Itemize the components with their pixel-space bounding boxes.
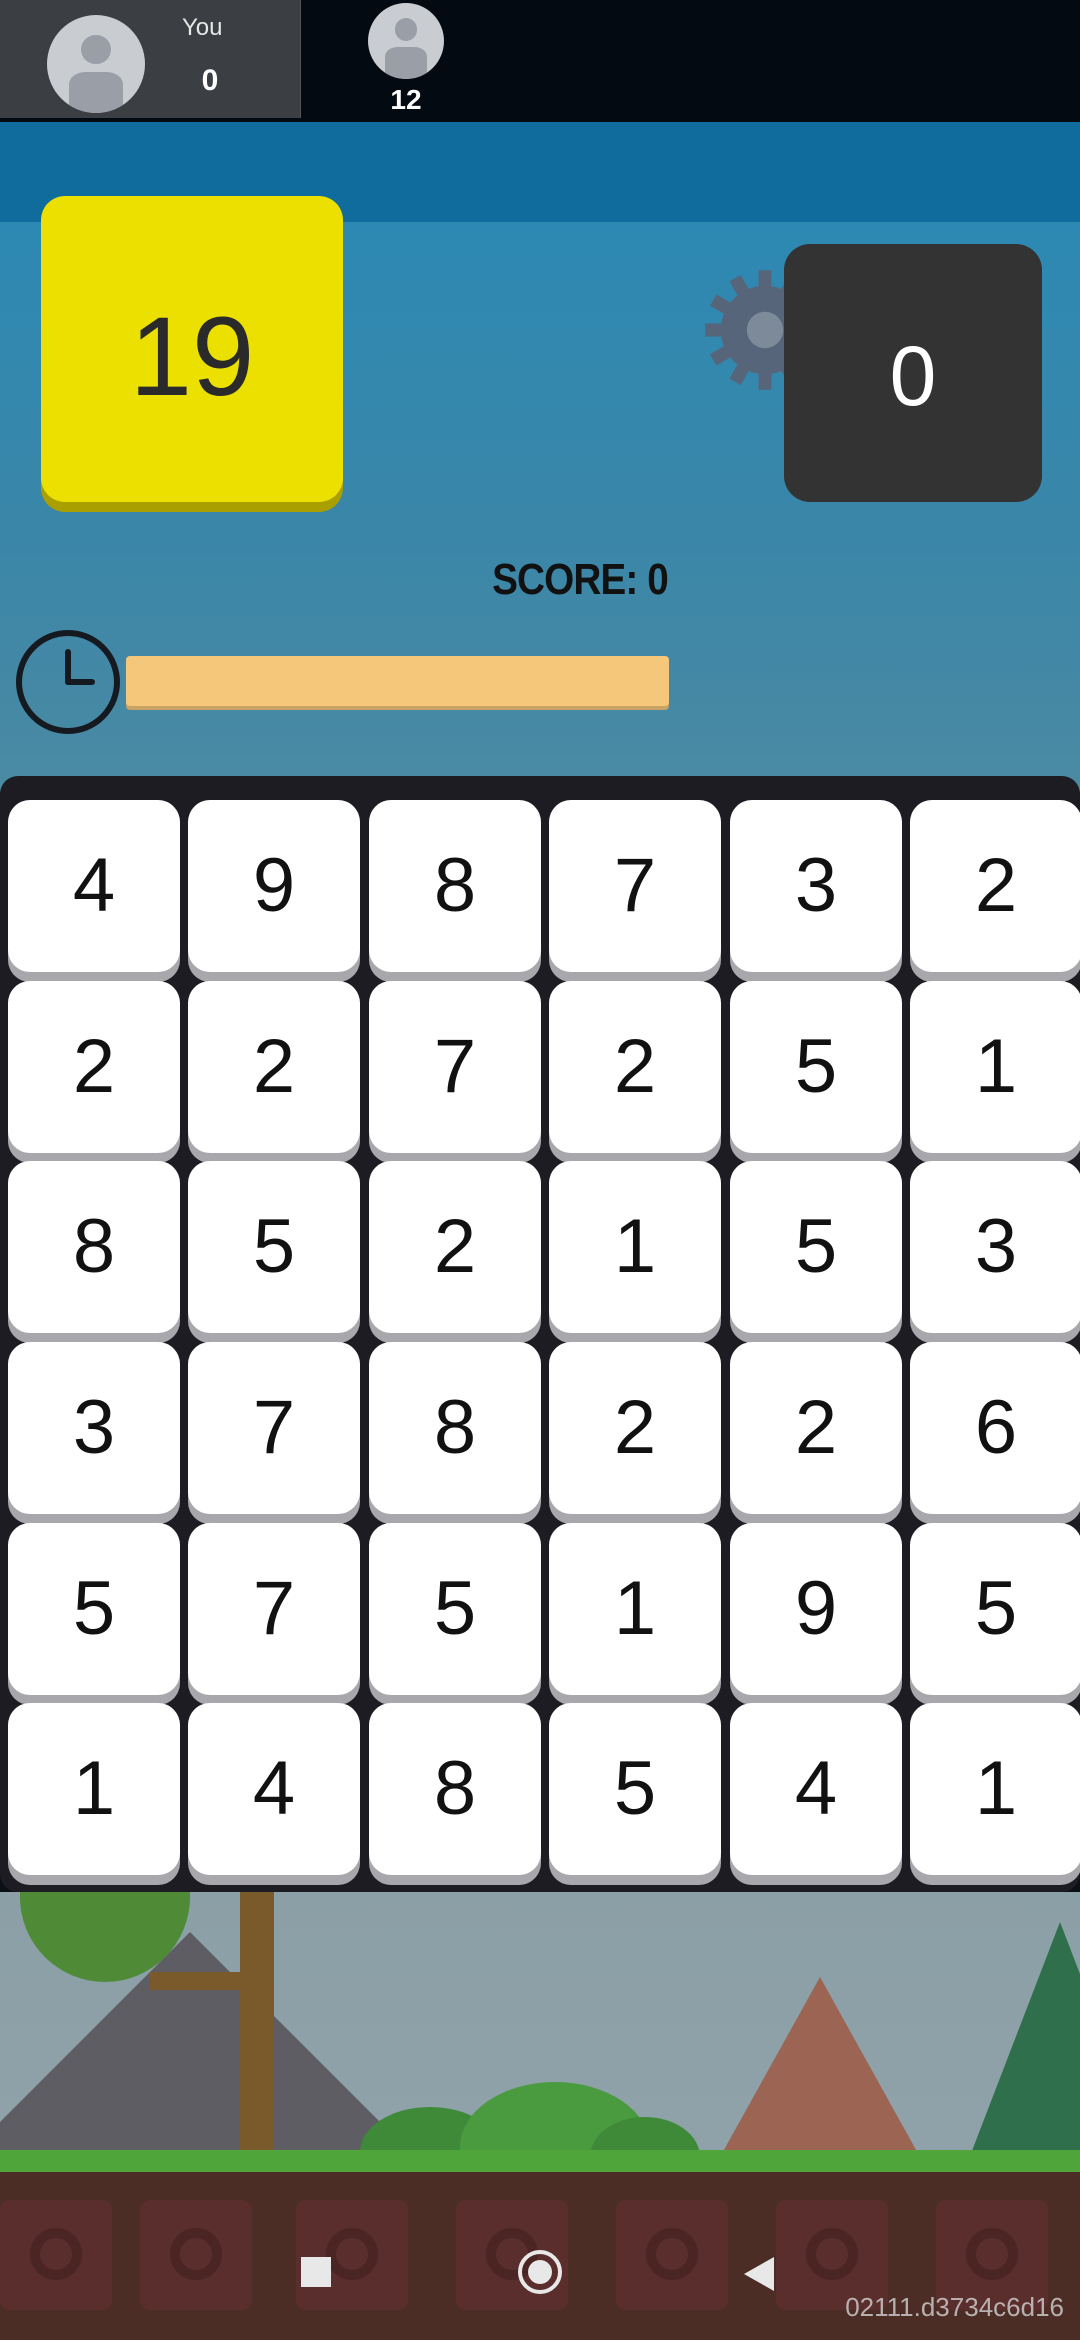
number-tile[interactable]: 1	[910, 981, 1080, 1153]
number-tile[interactable]: 5	[730, 1161, 902, 1333]
number-tile[interactable]: 1	[549, 1523, 721, 1695]
number-tile[interactable]: 5	[549, 1703, 721, 1875]
number-tile[interactable]: 9	[188, 800, 360, 972]
number-tile[interactable]: 2	[8, 981, 180, 1153]
current-sum: 0	[889, 329, 937, 423]
recents-button[interactable]	[301, 2257, 331, 2287]
score-label: SCORE: 0	[492, 555, 669, 604]
number-tile[interactable]: 4	[188, 1703, 360, 1875]
target-value-box: 19	[41, 196, 343, 502]
number-tile[interactable]: 5	[910, 1523, 1080, 1695]
number-tile[interactable]: 8	[8, 1161, 180, 1333]
ground-block	[0, 2200, 112, 2310]
number-tile[interactable]: 2	[910, 800, 1080, 972]
number-tile[interactable]: 2	[188, 981, 360, 1153]
number-tile[interactable]: 7	[188, 1523, 360, 1695]
timer-bar-fill	[126, 656, 669, 706]
number-tile[interactable]: 2	[730, 1342, 902, 1514]
opponent-score: 12	[390, 84, 422, 115]
number-tile[interactable]: 3	[730, 800, 902, 972]
number-tile[interactable]: 8	[369, 800, 541, 972]
number-tile[interactable]: 2	[549, 981, 721, 1153]
number-tile[interactable]: 7	[549, 800, 721, 972]
ground-block	[616, 2200, 728, 2310]
number-tile[interactable]: 8	[369, 1342, 541, 1514]
timer-bar	[126, 656, 686, 706]
build-id: 02111.d3734c6d16	[845, 2292, 1064, 2322]
home-button[interactable]	[516, 2248, 564, 2296]
number-tile[interactable]: 5	[188, 1161, 360, 1333]
number-tile[interactable]: 1	[910, 1703, 1080, 1875]
number-tile[interactable]: 4	[8, 800, 180, 972]
number-tile[interactable]: 1	[549, 1161, 721, 1333]
target-value: 19	[129, 294, 255, 419]
number-tile[interactable]: 3	[8, 1342, 180, 1514]
player-you-score: 0	[201, 64, 219, 97]
clock-icon	[16, 630, 120, 734]
number-tile[interactable]: 6	[910, 1342, 1080, 1514]
number-grid: 498732227251852153378226575195148541	[0, 776, 1080, 1892]
number-tile[interactable]: 8	[369, 1703, 541, 1875]
back-button[interactable]	[742, 2255, 776, 2293]
number-tile[interactable]: 4	[730, 1703, 902, 1875]
ground-block	[140, 2200, 252, 2310]
player-name: You	[182, 14, 223, 41]
number-tile[interactable]: 5	[8, 1523, 180, 1695]
current-sum-box: 0	[784, 244, 1042, 502]
number-tile[interactable]: 5	[369, 1523, 541, 1695]
player-you-panel: You 0	[0, 0, 301, 118]
number-tile[interactable]: 5	[730, 981, 902, 1153]
number-tile[interactable]: 2	[369, 1161, 541, 1333]
number-tile[interactable]: 7	[188, 1342, 360, 1514]
avatar-you	[47, 15, 145, 113]
number-tile[interactable]: 2	[549, 1342, 721, 1514]
avatar-opponent	[368, 3, 444, 79]
ground-block	[296, 2200, 408, 2310]
number-tile[interactable]: 7	[369, 981, 541, 1153]
number-tile[interactable]: 3	[910, 1161, 1080, 1333]
number-tile[interactable]: 1	[8, 1703, 180, 1875]
number-tile[interactable]: 9	[730, 1523, 902, 1695]
